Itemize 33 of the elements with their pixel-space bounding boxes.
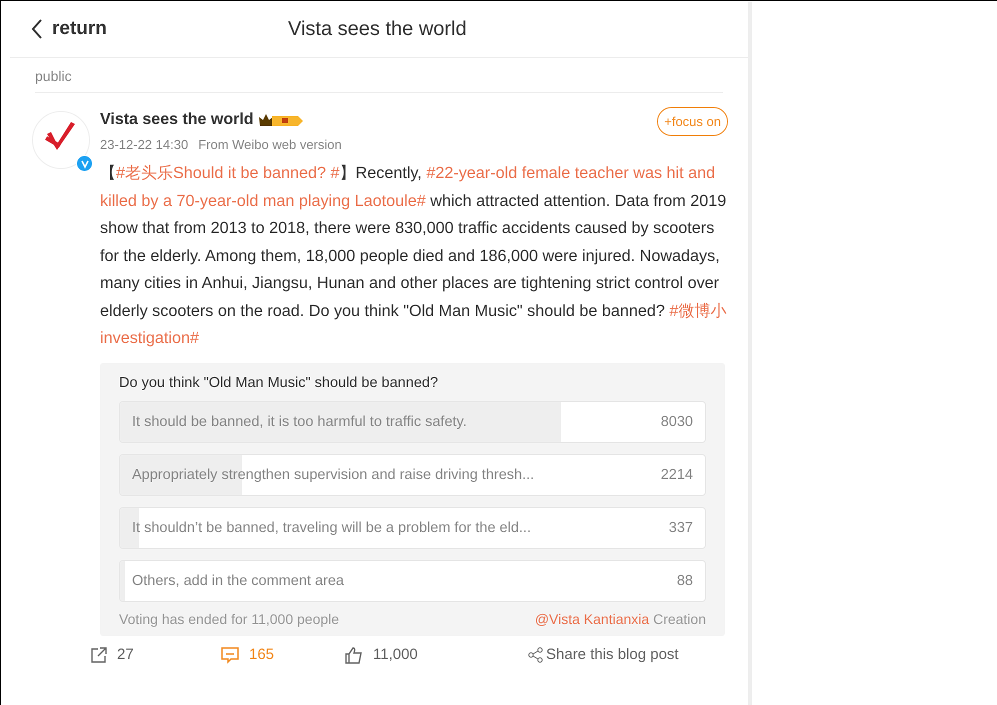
vote-count: 2214	[660, 466, 693, 482]
share-icon	[528, 646, 544, 662]
vote-count: 88	[676, 572, 693, 588]
poll-question: Do you think "Old Man Music" should be banned?	[119, 374, 440, 390]
repost-icon	[90, 646, 108, 664]
option-label: It should be banned, it is too harmful to traffic safety.	[132, 414, 467, 430]
follow-button[interactable]: +focus on	[657, 107, 728, 136]
like-button[interactable]: 11,000	[344, 646, 528, 664]
comment-icon	[220, 646, 240, 664]
post-source: From Weibo web version	[198, 137, 342, 152]
back-button[interactable]: return	[30, 18, 288, 40]
vote-count: 8030	[660, 414, 693, 430]
poll-option[interactable]: Appropriately strengthen supervision and raise driving thresh... 2214	[119, 454, 706, 496]
post-time: 23-12-22 14:30	[100, 137, 188, 152]
author-name[interactable]: Vista sees the world	[100, 111, 254, 129]
vote-count: 337	[668, 520, 693, 536]
poll-option[interactable]: It should be banned, it is too harmful to traffic safety. 8030	[119, 400, 706, 442]
poll-status: Voting has ended for 11,000 people	[119, 610, 340, 626]
poll-option[interactable]: Others, add in the comment area 88	[119, 560, 706, 602]
thumbs-up-icon	[344, 646, 364, 664]
share-button[interactable]: Share this blog post	[528, 646, 728, 664]
page-title: Vista sees the world	[288, 18, 467, 40]
comment-button[interactable]: 165	[220, 646, 344, 664]
option-label: Others, add in the comment area	[132, 572, 344, 588]
repost-button[interactable]: 27	[90, 646, 220, 664]
visibility-label: public	[35, 58, 723, 93]
option-label: It shouldn’t be banned, traveling will be a problem for the eld...	[132, 520, 531, 536]
option-label: Appropriately strengthen supervision and raise driving thresh...	[132, 466, 534, 482]
crown-badge-icon	[258, 112, 304, 128]
poll-option[interactable]: It shouldn’t be banned, traveling will be a problem for the eld... 337	[119, 506, 706, 548]
back-chevron-icon	[30, 18, 44, 40]
post-text: 【#老头乐Should it be banned? #】Recently, #22-year-old female teacher was hit and killed by a 70-year-old man playing Laotoule# which attracted attention. Data from 2019 show that from 2013 to 2018, there were 830,000 traffic accidents caused by scooters for the elderly. Among them, 18,000 people died and 186,000 were injured. Nowadays, many cities in Anhui, Jiangsu, Hunan and other places are tightening strict control over elderly scooters on the road. Do you think "Old Man Music" should be banned? #微博小investigation#	[100, 163, 728, 349]
poll-credit: @Vista Kantianxia Creation	[534, 610, 706, 626]
